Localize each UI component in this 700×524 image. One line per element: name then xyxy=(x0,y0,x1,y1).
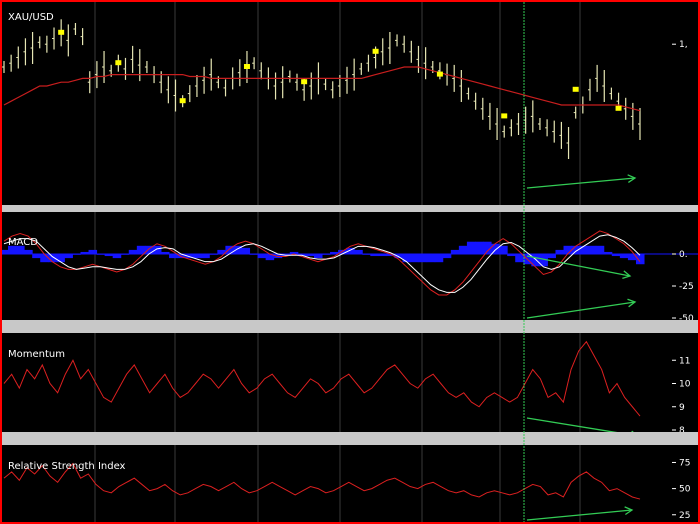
macd-histogram-bar-56 xyxy=(450,249,460,254)
macd-histogram-bar-75 xyxy=(603,251,613,254)
price-marker-9 xyxy=(615,105,622,111)
macd-histogram-bar-79 xyxy=(635,254,645,265)
rsi-y-ticks-label-0: 75 xyxy=(679,458,690,468)
macd-histogram-bar-24 xyxy=(193,254,202,259)
macd-panel: 0.-25-50 MACD xyxy=(0,212,698,324)
macd-histogram-bar-17 xyxy=(136,245,146,254)
price-y-ticks-label-0: 1, xyxy=(679,40,688,50)
macd-panel-background xyxy=(2,212,698,320)
macd-histogram-bar-9 xyxy=(72,254,81,255)
macd-histogram-bar-10 xyxy=(80,251,90,254)
macd-histogram-bar-5 xyxy=(40,254,49,263)
macd-histogram-bar-7 xyxy=(56,254,65,263)
price-marker-1 xyxy=(115,60,122,66)
macd-y-ticks-label-1: -25 xyxy=(679,282,694,292)
macd-histogram-bar-21 xyxy=(169,254,178,259)
price-marker-8 xyxy=(572,86,579,92)
chart-window: 1, XAU/USD 0.-25-50 MACD 111098 Momentum… xyxy=(0,0,700,524)
separator-2 xyxy=(0,320,700,333)
macd-histogram-bar-38 xyxy=(305,254,315,257)
macd-histogram-bar-72 xyxy=(579,245,589,254)
macd-histogram-bar-59 xyxy=(474,241,484,254)
price-panel-background xyxy=(2,2,698,205)
macd-histogram-bar-50 xyxy=(402,254,412,263)
macd-histogram-bar-44 xyxy=(354,249,363,254)
macd-histogram-bar-16 xyxy=(128,249,138,254)
macd-histogram-bar-58 xyxy=(466,241,476,254)
macd-histogram-bar-45 xyxy=(362,254,371,255)
macd-histogram-bar-8 xyxy=(64,254,73,259)
macd-histogram-bar-31 xyxy=(249,254,259,255)
macd-histogram-bar-62 xyxy=(499,245,508,254)
momentum-panel-title: Momentum xyxy=(8,349,65,360)
separator-1 xyxy=(0,205,700,212)
macd-histogram-bar-15 xyxy=(120,254,130,255)
macd-histogram-bar-40 xyxy=(322,254,331,255)
macd-histogram-bar-46 xyxy=(370,254,379,257)
price-marker-7 xyxy=(501,113,508,119)
macd-histogram-bar-26 xyxy=(209,254,218,255)
macd-histogram-bar-74 xyxy=(595,245,605,254)
price-marker-0 xyxy=(58,29,65,35)
macd-histogram-bar-77 xyxy=(619,254,629,259)
macd-histogram-bar-61 xyxy=(491,243,500,254)
macd-histogram-bar-12 xyxy=(96,254,106,255)
macd-histogram-bar-57 xyxy=(458,245,468,254)
macd-y-ticks-label-0: 0. xyxy=(679,250,688,260)
macd-histogram-bar-68 xyxy=(547,254,556,259)
macd-histogram-bar-4 xyxy=(32,254,41,259)
price-marker-5 xyxy=(372,48,379,54)
price-marker-3 xyxy=(243,64,250,69)
price-marker-6 xyxy=(436,71,443,77)
rsi-y-ticks-label-1: 50 xyxy=(679,485,691,495)
macd-panel-title: MACD xyxy=(8,237,38,248)
macd-histogram-bar-32 xyxy=(257,254,267,259)
macd-histogram-bar-53 xyxy=(426,254,436,263)
price-panel: 1, XAU/USD xyxy=(2,2,698,205)
macd-histogram-bar-63 xyxy=(507,254,516,257)
macd-histogram-bar-64 xyxy=(515,254,524,263)
macd-histogram-bar-69 xyxy=(555,249,565,254)
rsi-panel: 75 50 25 Relative Strength Index xyxy=(2,445,698,522)
macd-histogram-bar-73 xyxy=(587,245,597,254)
macd-histogram-bar-41 xyxy=(330,251,339,254)
momentum-panel-background xyxy=(2,333,698,432)
rsi-panel-title: Relative Strength Index xyxy=(8,461,126,472)
macd-histogram-bar-39 xyxy=(313,254,323,259)
macd-histogram-bar-52 xyxy=(418,254,428,263)
macd-histogram-bar-76 xyxy=(611,254,621,257)
macd-histogram-bar-11 xyxy=(88,249,98,254)
price-panel-title: XAU/USD xyxy=(8,12,54,23)
macd-histogram-bar-51 xyxy=(410,254,420,263)
macd-histogram-bar-25 xyxy=(201,254,210,259)
macd-histogram-bar-54 xyxy=(434,254,444,263)
separator-3 xyxy=(0,432,700,445)
macd-histogram-bar-70 xyxy=(563,245,573,254)
price-marker-4 xyxy=(301,79,308,85)
macd-histogram-bar-47 xyxy=(378,254,387,257)
momentum-y-ticks-label-2: 9 xyxy=(679,403,685,413)
macd-histogram-bar-30 xyxy=(241,247,251,254)
macd-histogram-bar-13 xyxy=(104,254,114,257)
price-marker-2 xyxy=(179,98,186,104)
momentum-panel: 111098 Momentum xyxy=(2,333,698,440)
momentum-y-ticks-label-0: 11 xyxy=(679,356,690,366)
macd-histogram-bar-14 xyxy=(112,254,122,259)
macd-histogram-bar-3 xyxy=(24,249,33,254)
macd-histogram-bar-55 xyxy=(442,254,452,259)
macd-histogram-bar-19 xyxy=(152,245,162,254)
rsi-y-ticks-label-2: 25 xyxy=(679,511,690,521)
momentum-y-ticks-label-1: 10 xyxy=(679,380,691,390)
macd-histogram-bar-20 xyxy=(160,251,170,254)
